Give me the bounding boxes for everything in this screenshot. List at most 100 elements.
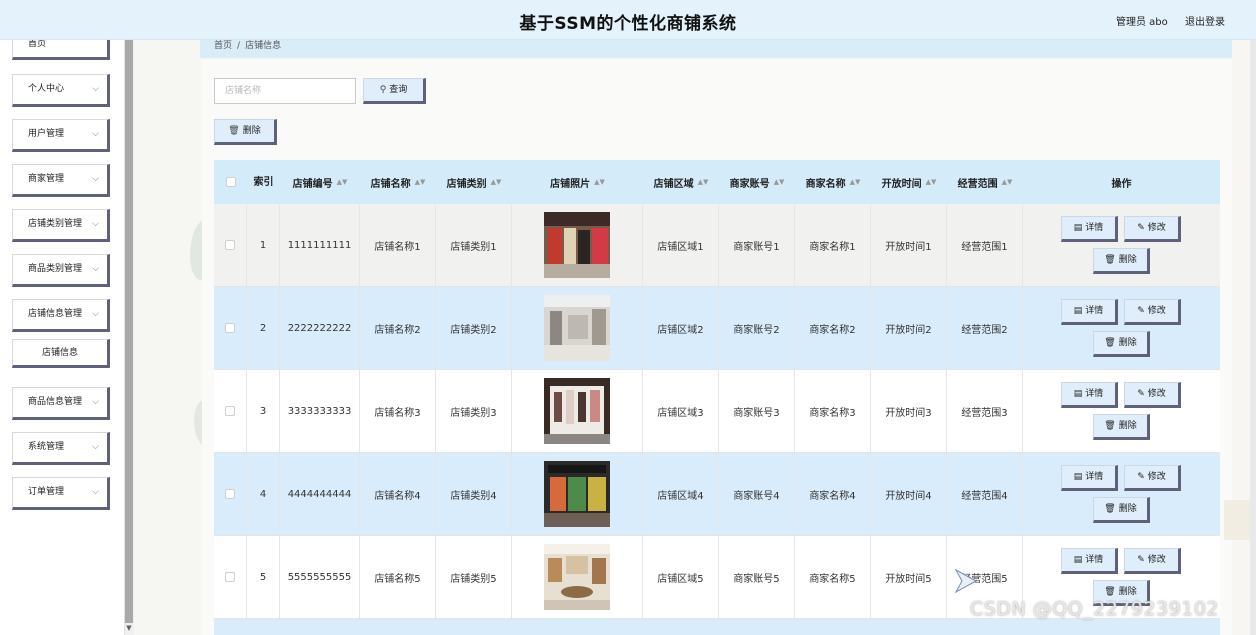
header-shop-category[interactable]: 店铺类别 ▲▼: [436, 160, 512, 204]
sort-icon[interactable]: ▲▼: [415, 178, 426, 186]
page-scrollbar[interactable]: [1250, 40, 1256, 635]
row-checkbox[interactable]: [225, 489, 235, 499]
shop-photo[interactable]: [544, 544, 610, 610]
sidebar-item[interactable]: 系统管理 ⌵: [12, 432, 110, 465]
edit-button[interactable]: ✎ 修改: [1124, 465, 1181, 491]
cell-index: 3: [247, 370, 280, 452]
cell-shop-name: 店铺名称2: [360, 287, 436, 369]
sidebar-scrollbar-thumb[interactable]: [125, 40, 133, 623]
cell-shop-category: 店铺类别4: [436, 453, 512, 535]
shop-photo[interactable]: [544, 212, 610, 278]
row-select-cell[interactable]: [214, 453, 247, 535]
header-merchant-account[interactable]: 商家账号 ▲▼: [719, 160, 795, 204]
sidebar-item-label: 首页: [28, 39, 47, 49]
row-select-cell[interactable]: [214, 287, 247, 369]
delete-button-label: 删除: [1118, 587, 1137, 597]
cell-shop-area: 店铺区域5: [643, 536, 719, 618]
cell-shop-name: 店铺名称4: [360, 453, 436, 535]
header-business-scope[interactable]: 经营范围 ▲▼: [947, 160, 1023, 204]
header-shop-area[interactable]: 店铺区域 ▲▼: [643, 160, 719, 204]
detail-button[interactable]: ▤ 详情: [1061, 216, 1118, 242]
row-checkbox[interactable]: [225, 572, 235, 582]
row-checkbox[interactable]: [225, 406, 235, 416]
shop-photo[interactable]: [544, 461, 610, 527]
sidebar-subitem-shop-info[interactable]: 店铺信息: [12, 339, 110, 368]
delete-button[interactable]: 🗑 删除: [1093, 248, 1150, 274]
sidebar-item[interactable]: 订单管理 ⌵: [12, 477, 110, 510]
detail-button-label: 详情: [1085, 389, 1104, 399]
sort-icon[interactable]: ▲▼: [774, 178, 785, 186]
batch-delete-button[interactable]: 🗑 删除: [214, 119, 277, 145]
logout-link[interactable]: 退出登录: [1185, 13, 1225, 28]
shop-photo-cell: [512, 453, 643, 535]
scroll-down-arrow-icon[interactable]: ▼: [125, 624, 133, 633]
detail-button[interactable]: ▤ 详情: [1061, 465, 1118, 491]
document-icon: ▤: [1073, 306, 1083, 316]
shop-photo[interactable]: [544, 295, 610, 361]
pencil-icon: ✎: [1137, 555, 1145, 565]
sidebar-item[interactable]: 用户管理 ⌵: [12, 119, 110, 152]
cell-index: 5: [247, 536, 280, 618]
sort-icon[interactable]: ▲▼: [926, 178, 937, 186]
chevron-down-icon: ⌵: [92, 442, 99, 452]
row-select-cell[interactable]: [214, 536, 247, 618]
chevron-down-icon: ⌵: [92, 84, 99, 94]
sidebar-item[interactable]: 店铺类别管理 ⌵: [12, 209, 110, 242]
cell-index: 4: [247, 453, 280, 535]
table-header: 索引 店铺编号 ▲▼ 店铺名称 ▲▼ 店铺类别 ▲▼ 店铺照片 ▲▼ 店铺区域 ▲▼ 商家…: [214, 160, 1220, 204]
sort-icon[interactable]: ▲▼: [698, 178, 709, 186]
header-shop-no[interactable]: 店铺编号 ▲▼: [280, 160, 360, 204]
delete-button[interactable]: 🗑 删除: [1093, 331, 1150, 357]
edit-button[interactable]: ✎ 修改: [1124, 382, 1181, 408]
cell-open-time: 开放时间5: [871, 536, 947, 618]
query-button[interactable]: ⚲ 查询: [363, 78, 426, 104]
header-open-time[interactable]: 开放时间 ▲▼: [871, 160, 947, 204]
sort-icon[interactable]: ▲▼: [491, 178, 502, 186]
detail-button[interactable]: ▤ 详情: [1061, 299, 1118, 325]
query-button-label: 查询: [389, 85, 408, 95]
cell-merchant-name: 商家名称3: [795, 370, 871, 452]
delete-button[interactable]: 🗑 删除: [1093, 414, 1150, 440]
row-select-cell[interactable]: [214, 370, 247, 452]
sidebar-item[interactable]: 个人中心 ⌵: [12, 74, 110, 107]
search-icon: ⚲: [379, 85, 387, 95]
sort-icon[interactable]: ▲▼: [594, 178, 605, 186]
sidebar-item[interactable]: 商家管理 ⌵: [12, 164, 110, 197]
header-merchant-name[interactable]: 商家名称 ▲▼: [795, 160, 871, 204]
header-shop-photo[interactable]: 店铺照片 ▲▼: [512, 160, 643, 204]
row-checkbox[interactable]: [225, 240, 235, 250]
detail-button[interactable]: ▤ 详情: [1061, 382, 1118, 408]
select-all-checkbox[interactable]: [225, 177, 236, 187]
sidebar-item[interactable]: 商品类别管理 ⌵: [12, 254, 110, 287]
header-merchant-account-label: 商家账号: [729, 178, 770, 190]
trash-icon: 🗑: [1104, 504, 1116, 514]
detail-button[interactable]: ▤ 详情: [1061, 548, 1118, 574]
edit-button[interactable]: ✎ 修改: [1124, 548, 1181, 574]
select-all-cell[interactable]: [214, 160, 247, 204]
sidebar-item[interactable]: 店铺信息管理 ⌵: [12, 299, 110, 332]
edit-button[interactable]: ✎ 修改: [1124, 216, 1181, 242]
edit-button-label: 修改: [1147, 472, 1166, 482]
sort-icon[interactable]: ▲▼: [1002, 178, 1013, 186]
edit-button-label: 修改: [1147, 389, 1166, 399]
sidebar-item-label: 商家管理: [28, 174, 65, 184]
sidebar-item[interactable]: 商品信息管理 ⌵: [12, 387, 110, 420]
cell-shop-category: 店铺类别3: [436, 370, 512, 452]
shop-photo[interactable]: [544, 378, 610, 444]
breadcrumb-home[interactable]: 首页: [214, 41, 232, 51]
shop-name-search-input[interactable]: [214, 78, 356, 104]
row-actions: ▤ 详情 ✎ 修改 🗑 删除: [1023, 287, 1220, 369]
row-select-cell[interactable]: [214, 204, 247, 286]
header-open-time-label: 开放时间: [881, 178, 922, 190]
delete-button[interactable]: 🗑 删除: [1093, 497, 1150, 523]
sidebar-item[interactable]: 首页: [12, 39, 110, 60]
cell-business-scope: 经营范围3: [947, 370, 1023, 452]
cell-merchant-name: 商家名称1: [795, 204, 871, 286]
sort-icon[interactable]: ▲▼: [337, 178, 348, 186]
header-shop-name[interactable]: 店铺名称 ▲▼: [360, 160, 436, 204]
edit-button[interactable]: ✎ 修改: [1124, 299, 1181, 325]
sort-icon[interactable]: ▲▼: [850, 178, 861, 186]
row-checkbox[interactable]: [225, 323, 235, 333]
trash-icon: 🗑: [228, 126, 240, 136]
cell-shop-category: 店铺类别5: [436, 536, 512, 618]
